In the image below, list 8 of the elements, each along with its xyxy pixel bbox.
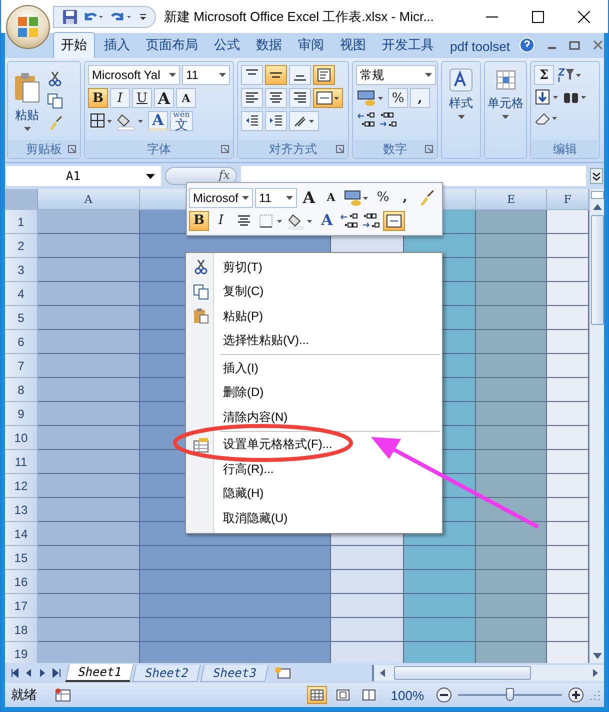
- status-text: 就绪: [11, 686, 37, 704]
- group-label: 数字: [383, 140, 407, 158]
- zoom-level: 100%: [390, 688, 424, 702]
- window-title: 新建 Microsoft Office Excel 工作表.xlsx - Micr...: [164, 8, 434, 26]
- group-label: 剪贴板: [26, 140, 62, 158]
- group-label: 对齐方式: [269, 140, 317, 158]
- group-label: 字体: [147, 140, 171, 158]
- group-label: 编辑: [553, 140, 577, 158]
